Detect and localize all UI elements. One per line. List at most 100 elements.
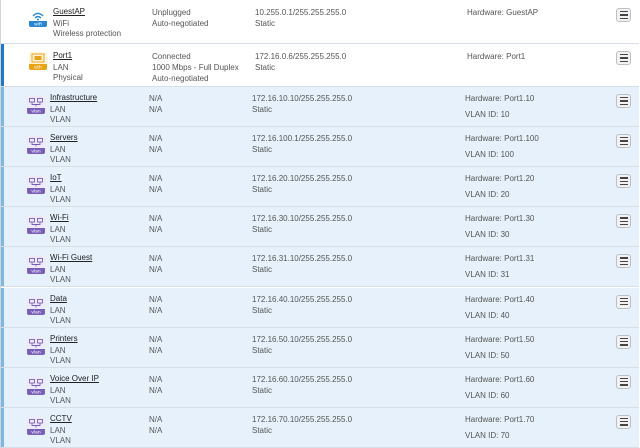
row-menu-button[interactable] — [616, 8, 631, 22]
vlan-id-label: VLAN ID: 100 — [465, 150, 514, 160]
interface-row-port1[interactable]: eth Port1 LAN Physical Connected 1000 Mb… — [1, 44, 639, 87]
vlan-name-link[interactable]: Printers — [50, 334, 78, 343]
vlan-subtype: VLAN — [50, 355, 71, 365]
ip-address: 172.16.100.1/255.255.255.0 — [252, 134, 353, 144]
network-interface-list: wifi GuestAP WiFi Wireless protection Un… — [0, 0, 640, 448]
vlan-row-servers[interactable]: vlan Servers LAN VLAN N/A N/A 172.16.100.1/255… — [1, 127, 639, 168]
hardware-label: Hardware: Port1.70 — [465, 414, 535, 424]
vlan-name-link[interactable]: Infrastructure — [50, 93, 97, 102]
connection-status: N/A — [149, 334, 163, 344]
vlan-row-voice-over-ip[interactable]: vlan Voice Over IP LAN VLAN N/A N/A 172.16.60.… — [1, 367, 639, 408]
link-speed: N/A — [149, 385, 163, 395]
vlan-row-cctv[interactable]: vlan CCTV LAN VLAN N/A N/A 172.16.70.10/255.25… — [1, 407, 639, 448]
link-speed: N/A — [149, 105, 163, 114]
vlan-name-link[interactable]: IoT — [50, 173, 62, 182]
ip-address: 172.16.30.10/255.255.255.0 — [252, 214, 353, 224]
vlan-icon: vlan — [27, 136, 45, 155]
ip-address: 172.16.31.10/255.255.255.0 — [252, 254, 353, 264]
ip-address: 172.16.40.10/255.255.255.0 — [252, 294, 353, 304]
vlan-id-label: VLAN ID: 40 — [465, 310, 510, 320]
vlan-icon: vlan — [27, 376, 45, 395]
ip-address: 172.16.50.10/255.255.255.0 — [252, 334, 353, 344]
svg-text:vlan: vlan — [31, 149, 41, 154]
ip-mode: Static — [252, 345, 273, 355]
vlan-subtype: VLAN — [50, 115, 71, 124]
vlan-subtype: VLAN — [50, 235, 71, 245]
row-menu-button[interactable] — [616, 214, 631, 229]
interface-name-link[interactable]: Port1 — [53, 51, 72, 60]
vlan-id-label: VLAN ID: 60 — [465, 390, 510, 400]
row-menu-button[interactable] — [616, 294, 631, 309]
link-speed: N/A — [149, 265, 163, 275]
vlan-id-label: VLAN ID: 70 — [465, 430, 510, 440]
vlan-icon: vlan — [27, 296, 45, 315]
row-menu-button[interactable] — [616, 374, 631, 389]
link-negotiation: Auto-negotiated — [152, 74, 209, 83]
vlan-row-printers[interactable]: vlan Printers LAN VLAN N/A N/A 172.16.50.10/25… — [1, 327, 639, 368]
ip-address: 172.16.10.10/255.255.255.0 — [252, 94, 353, 103]
ip-address: 172.16.60.10/255.255.255.0 — [252, 374, 353, 384]
vlan-name-link[interactable]: Data — [50, 294, 67, 303]
row-menu-button[interactable] — [616, 174, 631, 189]
ip-address: 172.16.0.6/255.255.255.0 — [255, 52, 347, 61]
row-menu-button[interactable] — [616, 51, 631, 65]
svg-text:vlan: vlan — [31, 189, 41, 194]
vlan-icon: vlan — [27, 256, 45, 275]
row-menu-button[interactable] — [616, 334, 631, 349]
hardware-label: Hardware: Port1.50 — [465, 334, 535, 344]
ip-address: 10.255.0.1/255.255.255.0 — [255, 8, 347, 17]
vlan-row-iot[interactable]: vlan IoT LAN VLAN N/A N/A 172.16.20.10/255.255… — [1, 167, 639, 208]
interface-subtype: Wireless protection — [53, 29, 122, 38]
svg-text:vlan: vlan — [31, 389, 41, 394]
hardware-label: Hardware: Port1.30 — [465, 214, 535, 224]
vlan-subtype: VLAN — [50, 395, 71, 405]
svg-text:vlan: vlan — [31, 229, 41, 234]
ip-mode: Static — [252, 385, 273, 395]
row-menu-button[interactable] — [616, 414, 631, 429]
hardware-label: Hardware: Port1.40 — [465, 294, 535, 304]
vlan-row-infrastructure[interactable]: vlan Infrastructure LAN VLAN N/A N/A 172.16.10… — [1, 87, 639, 128]
vlan-name-link[interactable]: Servers — [50, 133, 78, 142]
hardware-label: Hardware: Port1.60 — [465, 374, 535, 384]
hardware-label: Hardware: Port1.31 — [465, 254, 535, 264]
link-speed: N/A — [149, 345, 163, 355]
row-menu-button[interactable] — [616, 94, 631, 108]
vlan-name-link[interactable]: Wi-Fi Guest — [50, 253, 92, 262]
ip-mode: Static — [252, 185, 273, 195]
ip-mode: Static — [252, 305, 273, 315]
connection-status: Connected — [152, 52, 191, 61]
connection-status: N/A — [149, 134, 163, 144]
vlan-name-link[interactable]: CCTV — [50, 414, 72, 423]
wifi-icon: wifi — [29, 9, 47, 27]
hardware-label: Hardware: Port1 — [467, 52, 526, 61]
interface-row-guestap[interactable]: wifi GuestAP WiFi Wireless protection Un… — [1, 0, 639, 44]
vlan-row-data[interactable]: vlan Data LAN VLAN N/A N/A 172.16.40.10/255.25… — [1, 287, 639, 328]
vlan-row-wi-fi-guest[interactable]: vlan Wi-Fi Guest LAN VLAN N/A N/A 172.16.31.10… — [1, 247, 639, 288]
link-speed: N/A — [149, 225, 163, 235]
hardware-label: Hardware: Port1.10 — [465, 94, 535, 103]
vlan-name-link[interactable]: Wi-Fi — [50, 213, 69, 222]
connection-status: N/A — [149, 214, 163, 224]
connection-status: N/A — [149, 94, 163, 103]
vlan-row-wi-fi[interactable]: vlan Wi-Fi LAN VLAN N/A N/A 172.16.30.10/255.2… — [1, 207, 639, 248]
link-speed: Auto-negotiated — [152, 19, 209, 28]
vlan-subtype: VLAN — [50, 195, 71, 205]
vlan-id-label: VLAN ID: 10 — [465, 110, 510, 119]
interface-subtype: Physical — [53, 73, 83, 82]
ip-mode: Static — [252, 105, 273, 114]
svg-text:vlan: vlan — [31, 109, 41, 114]
link-speed: N/A — [149, 185, 163, 195]
connection-status: Unplugged — [152, 8, 191, 17]
vlan-subtype: VLAN — [50, 155, 71, 165]
ethernet-port-icon: eth — [29, 52, 47, 70]
interface-name-link[interactable]: GuestAP — [53, 7, 85, 16]
row-menu-button[interactable] — [616, 254, 631, 269]
connection-status: N/A — [149, 374, 163, 384]
hardware-label: Hardware: GuestAP — [467, 8, 539, 17]
svg-text:vlan: vlan — [31, 429, 41, 434]
vlan-name-link[interactable]: Voice Over IP — [50, 374, 99, 383]
vlan-id-label: VLAN ID: 50 — [465, 350, 510, 360]
vlan-id-label: VLAN ID: 30 — [465, 230, 510, 240]
vlan-icon: vlan — [27, 176, 45, 195]
row-menu-button[interactable] — [616, 134, 631, 149]
